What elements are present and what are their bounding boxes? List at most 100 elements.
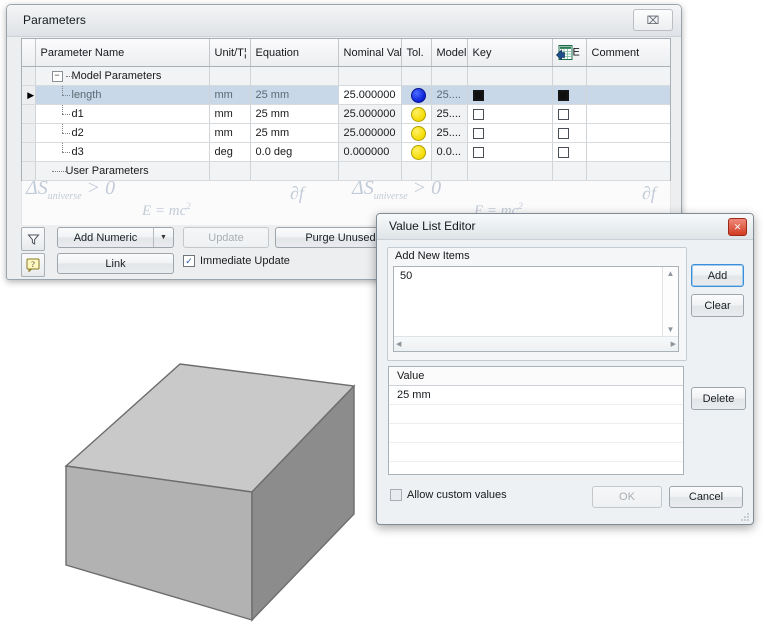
cell-unit[interactable]: mm [209, 123, 251, 143]
close-icon[interactable]: ✕ [728, 218, 747, 236]
link-button[interactable]: Link [57, 253, 174, 274]
cell-model[interactable] [431, 161, 468, 181]
scroll-left-icon[interactable]: ◀ [396, 340, 401, 348]
cell-model[interactable]: 0.0... [431, 142, 468, 162]
cell-parameter-name[interactable]: d3 [35, 142, 210, 162]
export-checkbox[interactable] [557, 127, 569, 139]
scroll-down-icon[interactable]: ▼ [667, 323, 675, 336]
row-selector[interactable] [22, 66, 36, 86]
cell-key[interactable] [467, 66, 553, 86]
cell-nominal[interactable]: 25.000000 [338, 123, 402, 143]
row-selector[interactable] [22, 123, 36, 143]
cell-export[interactable] [552, 161, 587, 181]
cell-unit[interactable]: deg [209, 142, 251, 162]
ok-button[interactable]: OK [592, 486, 662, 508]
value-list-row[interactable] [389, 405, 683, 424]
row-selector[interactable] [22, 142, 36, 162]
cell-nominal[interactable] [338, 161, 402, 181]
cell-key[interactable] [467, 104, 553, 124]
row-selector[interactable] [22, 104, 36, 124]
value-list-row[interactable] [389, 462, 683, 474]
allow-custom-values-row[interactable]: Allow custom values [390, 489, 507, 501]
cell-nominal[interactable]: 25.000000 [338, 104, 402, 124]
export-checkbox[interactable] [557, 146, 569, 158]
col-header-nominal-value[interactable]: Nominal Val¦ [338, 39, 402, 67]
close-icon[interactable]: ⌧ [633, 9, 673, 31]
col-header-tolerance[interactable]: Tol. [401, 39, 432, 67]
cell-export[interactable] [552, 104, 587, 124]
col-header-parameter-name[interactable]: Parameter Name [35, 39, 210, 67]
cell-tolerance[interactable] [401, 66, 432, 86]
immediate-update-row[interactable]: ✓ Immediate Update [183, 255, 290, 267]
table-row-d3[interactable]: d3 deg 0.0 deg 0.000000 0.0... [22, 142, 670, 162]
cell-model[interactable]: 25.... [431, 104, 468, 124]
help-question-icon[interactable]: ? [21, 253, 45, 277]
cell-export[interactable] [552, 85, 587, 105]
cell-tolerance[interactable] [401, 142, 432, 162]
cell-model[interactable] [431, 66, 468, 86]
export-checkbox[interactable] [557, 89, 569, 101]
cell-nominal[interactable]: 25.000000 [338, 85, 402, 105]
table-row-d1[interactable]: d1 mm 25 mm 25.000000 25.... [22, 104, 670, 124]
table-row-group-user-parameters[interactable]: User Parameters [22, 161, 670, 181]
resize-grip-icon[interactable] [740, 512, 750, 522]
cell-unit[interactable]: mm [209, 85, 251, 105]
col-header-model[interactable]: Model [431, 39, 468, 67]
value-list-row[interactable] [389, 443, 683, 462]
table-row-length[interactable]: ▶ length mm 25 mm 25.000000 25.... [22, 85, 670, 105]
cell-comment[interactable] [586, 104, 670, 124]
group-name-cell[interactable]: User Parameters [35, 161, 210, 181]
cell-equation[interactable] [250, 66, 339, 86]
row-selector[interactable]: ▶ [22, 85, 36, 105]
cell-key[interactable] [467, 85, 553, 105]
parameters-titlebar[interactable]: Parameters ⌧ [7, 5, 681, 37]
add-numeric-button[interactable]: Add Numeric ▼ [57, 227, 174, 248]
cancel-button[interactable]: Cancel [669, 486, 743, 508]
cell-equation[interactable]: 0.0 deg [250, 142, 339, 162]
chevron-down-icon[interactable]: ▼ [153, 228, 173, 247]
scroll-right-icon[interactable]: ▶ [671, 340, 676, 348]
cell-comment[interactable] [586, 142, 670, 162]
immediate-update-checkbox[interactable]: ✓ [183, 255, 195, 267]
allow-custom-values-checkbox[interactable] [390, 489, 402, 501]
col-header-unit-type[interactable]: Unit/T¦ [209, 39, 251, 67]
scroll-up-icon[interactable]: ▲ [667, 267, 675, 280]
cell-equation[interactable] [250, 161, 339, 181]
cell-tolerance[interactable] [401, 85, 432, 105]
cell-unit[interactable] [209, 66, 251, 86]
list-item[interactable]: 50 [394, 267, 678, 282]
cell-model[interactable]: 25.... [431, 85, 468, 105]
table-row-group-model-parameters[interactable]: − Model Parameters [22, 66, 670, 86]
cell-tolerance[interactable] [401, 161, 432, 181]
cell-comment[interactable] [586, 123, 670, 143]
cell-comment[interactable] [586, 161, 670, 181]
cell-comment[interactable] [586, 85, 670, 105]
cell-tolerance[interactable] [401, 104, 432, 124]
cell-equation[interactable]: 25 mm [250, 85, 339, 105]
cell-key[interactable] [467, 142, 553, 162]
key-checkbox[interactable] [472, 108, 484, 120]
col-header-export[interactable]: E [552, 39, 587, 67]
col-header-comment[interactable]: Comment [586, 39, 670, 67]
delete-button[interactable]: Delete [691, 387, 746, 410]
cell-tolerance[interactable] [401, 123, 432, 143]
parameters-grid[interactable]: Parameter Name Unit/T¦ Equation Nominal … [21, 38, 671, 182]
cell-parameter-name[interactable]: d1 [35, 104, 210, 124]
collapse-expander-icon[interactable]: − [51, 70, 63, 82]
col-header-key[interactable]: Key [467, 39, 553, 67]
cell-parameter-name[interactable]: d2 [35, 123, 210, 143]
cell-export[interactable] [552, 123, 587, 143]
vertical-scrollbar[interactable]: ▲ ▼ [662, 267, 678, 336]
group-name-cell[interactable]: − Model Parameters [35, 66, 210, 86]
clear-button[interactable]: Clear [691, 294, 744, 317]
cell-comment[interactable] [586, 66, 670, 86]
cell-key[interactable] [467, 161, 553, 181]
cell-key[interactable] [467, 123, 553, 143]
cell-unit[interactable]: mm [209, 104, 251, 124]
add-new-items-textarea[interactable]: 50 ▲ ▼ ◀ ▶ [393, 266, 679, 352]
table-row-d2[interactable]: d2 mm 25 mm 25.000000 25.... [22, 123, 670, 143]
cell-equation[interactable]: 25 mm [250, 104, 339, 124]
value-list[interactable]: Value 25 mm [388, 366, 684, 475]
value-list-editor-titlebar[interactable]: Value List Editor ✕ [377, 214, 753, 240]
export-checkbox[interactable] [557, 108, 569, 120]
